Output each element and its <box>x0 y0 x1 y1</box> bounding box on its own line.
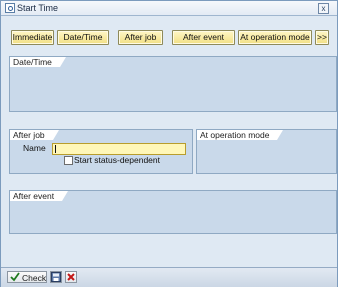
after-job-button[interactable]: After job <box>118 30 163 45</box>
start-status-dependent-checkbox[interactable] <box>64 156 73 165</box>
after-event-group-title: After event <box>10 191 69 201</box>
window-icon <box>5 3 15 13</box>
save-icon <box>51 272 61 282</box>
date-time-group-title: Date/Time <box>10 57 66 67</box>
cancel-button[interactable] <box>65 271 77 283</box>
date-time-button[interactable]: Date/Time <box>57 30 109 45</box>
check-button[interactable]: Check <box>7 271 47 283</box>
check-button-label: Check <box>22 273 47 283</box>
after-job-group: After job Name Start status-dependent <box>9 129 193 174</box>
after-event-button[interactable]: After event <box>172 30 235 45</box>
after-job-group-title: After job <box>10 130 59 140</box>
save-button[interactable] <box>50 271 62 283</box>
name-input[interactable] <box>52 143 186 155</box>
at-operation-mode-button[interactable]: At operation mode <box>238 30 312 45</box>
close-button[interactable]: x <box>318 3 329 14</box>
start-time-dialog: Start Time x Immediate Date/Time After j… <box>0 0 338 287</box>
at-operation-mode-group-title: At operation mode <box>197 130 284 140</box>
after-event-group: After event <box>9 190 337 234</box>
title-bar: Start Time x <box>1 1 337 16</box>
cancel-icon <box>67 273 75 281</box>
immediate-button[interactable]: Immediate <box>11 30 54 45</box>
window-title: Start Time <box>17 3 59 13</box>
footer-toolbar: Check <box>1 267 337 287</box>
checkmark-icon <box>10 272 20 282</box>
more-buttons-button[interactable]: >> <box>315 30 329 45</box>
text-cursor <box>55 145 56 153</box>
start-status-dependent-label: Start status-dependent <box>74 155 161 165</box>
name-label: Name <box>23 143 46 153</box>
at-operation-mode-group: At operation mode <box>196 129 337 174</box>
close-icon: x <box>321 4 326 13</box>
date-time-group: Date/Time <box>9 56 337 112</box>
